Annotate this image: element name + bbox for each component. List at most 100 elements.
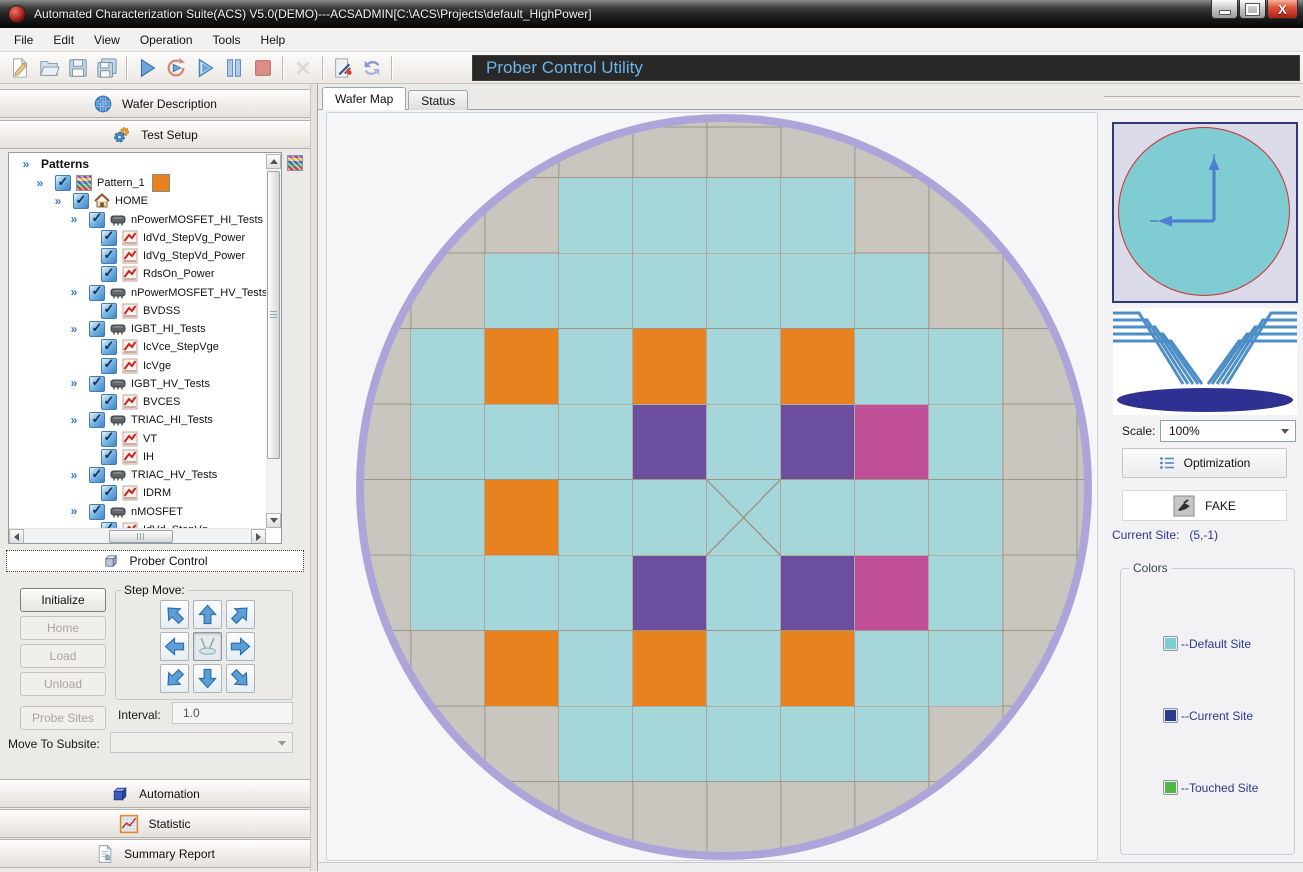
wafer-site-default-site[interactable] [559,178,632,253]
checkbox[interactable] [89,412,105,428]
checkbox[interactable] [101,358,117,374]
tree-item-bvdss[interactable]: BVDSS [9,302,281,320]
wafer-site-orange-site[interactable] [633,329,706,404]
wafer-site-default-site[interactable] [633,480,706,555]
minimize-button[interactable] [1211,0,1238,19]
menu-file[interactable]: File [4,30,43,50]
wafer-site-default-site[interactable] [411,329,484,404]
scroll-right-button[interactable] [251,529,266,544]
expander-icon[interactable]: » [51,195,65,208]
wafer-site-default-site[interactable] [707,631,780,706]
tree-item-triac-hv-tests[interactable]: »TRIAC_HV_Tests [9,466,281,484]
scroll-thumb[interactable] [109,530,173,543]
load-button[interactable]: Load [20,644,106,668]
wafer-site-purple-site[interactable] [633,405,706,480]
probe-sites-button[interactable]: Probe Sites [20,706,106,730]
checkbox[interactable] [101,431,117,447]
wafer-site-default-site[interactable] [559,254,632,329]
statistic-button[interactable]: Statistic [0,809,310,838]
checkbox[interactable] [101,248,117,264]
wafer-site-default-site[interactable] [781,707,854,782]
prober-control-button[interactable]: Prober Control [6,550,304,572]
wafer-site-default-site[interactable] [929,631,1002,706]
wafer-site-default-site[interactable] [633,178,706,253]
tree-vertical-scrollbar[interactable] [266,154,281,528]
step-up-right-arrow-button[interactable] [226,600,255,629]
tree-item-igbt-hv-tests[interactable]: »IGBT_HV_Tests [9,375,281,393]
tree-item-home[interactable]: »HOME [9,192,281,210]
tree-item-igbt-hi-tests[interactable]: »IGBT_HI_Tests [9,320,281,338]
scroll-down-button[interactable] [266,513,281,528]
patterns-palette-icon[interactable] [287,155,303,171]
wafer-site-default-site[interactable] [411,480,484,555]
toolbar-open-button[interactable] [34,55,63,81]
wafer-site-default-site[interactable] [559,556,632,631]
tree-item-pattern-1[interactable]: »Pattern_1 [9,174,281,192]
move-to-subsite-select[interactable] [110,732,293,753]
expander-icon[interactable]: » [67,213,81,226]
toolbar-refresh-button[interactable] [357,55,386,81]
tab-wafer-map[interactable]: Wafer Map [322,87,406,110]
toolbar-new-button[interactable] [5,55,34,81]
tree-item-vt[interactable]: VT [9,430,281,448]
initialize-button[interactable]: Initialize [20,588,106,612]
toolbar-stop-button[interactable] [248,55,277,81]
wafer-site-purple-site[interactable] [781,405,854,480]
step-up-left-arrow-button[interactable] [160,600,189,629]
wafer-description-button[interactable]: Wafer Description [0,89,310,118]
wafer-site-purple-site[interactable] [781,556,854,631]
wafer-site-orange-site[interactable] [485,480,558,555]
checkbox[interactable] [101,230,117,246]
wafer-site-default-site[interactable] [707,707,780,782]
step-down-arrow-button[interactable] [193,664,222,693]
wafer-site-default-site[interactable] [411,556,484,631]
step-left-arrow-button[interactable] [160,632,189,661]
menu-view[interactable]: View [84,30,130,50]
toolbar-restart-button[interactable] [161,55,190,81]
checkbox[interactable] [89,467,105,483]
wafer-site-purple-site[interactable] [633,556,706,631]
menu-help[interactable]: Help [251,30,296,50]
wafer-site-magenta-site[interactable] [855,556,928,631]
close-button[interactable]: X [1267,0,1298,19]
tree-item-idvd-stepvg-power[interactable]: IdVd_StepVg_Power [9,229,281,247]
wafer-site-default-site[interactable] [411,405,484,480]
home-button[interactable]: Home [20,616,106,640]
expander-icon[interactable]: » [67,377,81,390]
scale-select[interactable]: 100% [1160,420,1296,442]
checkbox[interactable] [89,212,105,228]
wafer-site-default-site[interactable] [559,631,632,706]
tree-item-idrm[interactable]: IDRM [9,484,281,502]
wafer-site-default-site[interactable] [707,556,780,631]
checkbox[interactable] [89,504,105,520]
wafer-site-default-site[interactable] [707,329,780,404]
step-down-left-arrow-button[interactable] [160,664,189,693]
wafer-site-default-site[interactable] [633,707,706,782]
wafer-site-orange-site[interactable] [633,631,706,706]
menu-edit[interactable]: Edit [43,30,84,50]
expander-icon[interactable]: » [67,286,81,299]
wafer-site-default-site[interactable] [855,707,928,782]
wafer-site-orange-site[interactable] [781,631,854,706]
expander-icon[interactable]: » [67,469,81,482]
tab-status[interactable]: Status [408,90,468,110]
expander-icon[interactable]: » [67,323,81,336]
wafer-site-orange-site[interactable] [485,631,558,706]
wafer-site-orange-site[interactable] [781,329,854,404]
wafer-site-default-site[interactable] [707,178,780,253]
wafer-site-center-cross-site[interactable] [707,480,780,555]
wafer-site-default-site[interactable] [485,254,558,329]
panel-splitter[interactable] [310,84,318,871]
expander-icon[interactable]: » [67,505,81,518]
maximize-button[interactable] [1239,0,1266,19]
tree-item-rdson-power[interactable]: RdsOn_Power [9,265,281,283]
tree-item-nmosfet[interactable]: »nMOSFET [9,503,281,521]
optimization-button[interactable]: Optimization [1122,448,1287,478]
toolbar-abort-button[interactable] [288,55,317,81]
test-setup-button[interactable]: Test Setup [0,120,310,149]
scroll-up-button[interactable] [266,154,281,169]
step-center-button[interactable] [193,632,222,661]
tree-item-triac-hi-tests[interactable]: »TRIAC_HI_Tests [9,411,281,429]
wafer-site-default-site[interactable] [559,405,632,480]
checkbox[interactable] [55,175,71,191]
